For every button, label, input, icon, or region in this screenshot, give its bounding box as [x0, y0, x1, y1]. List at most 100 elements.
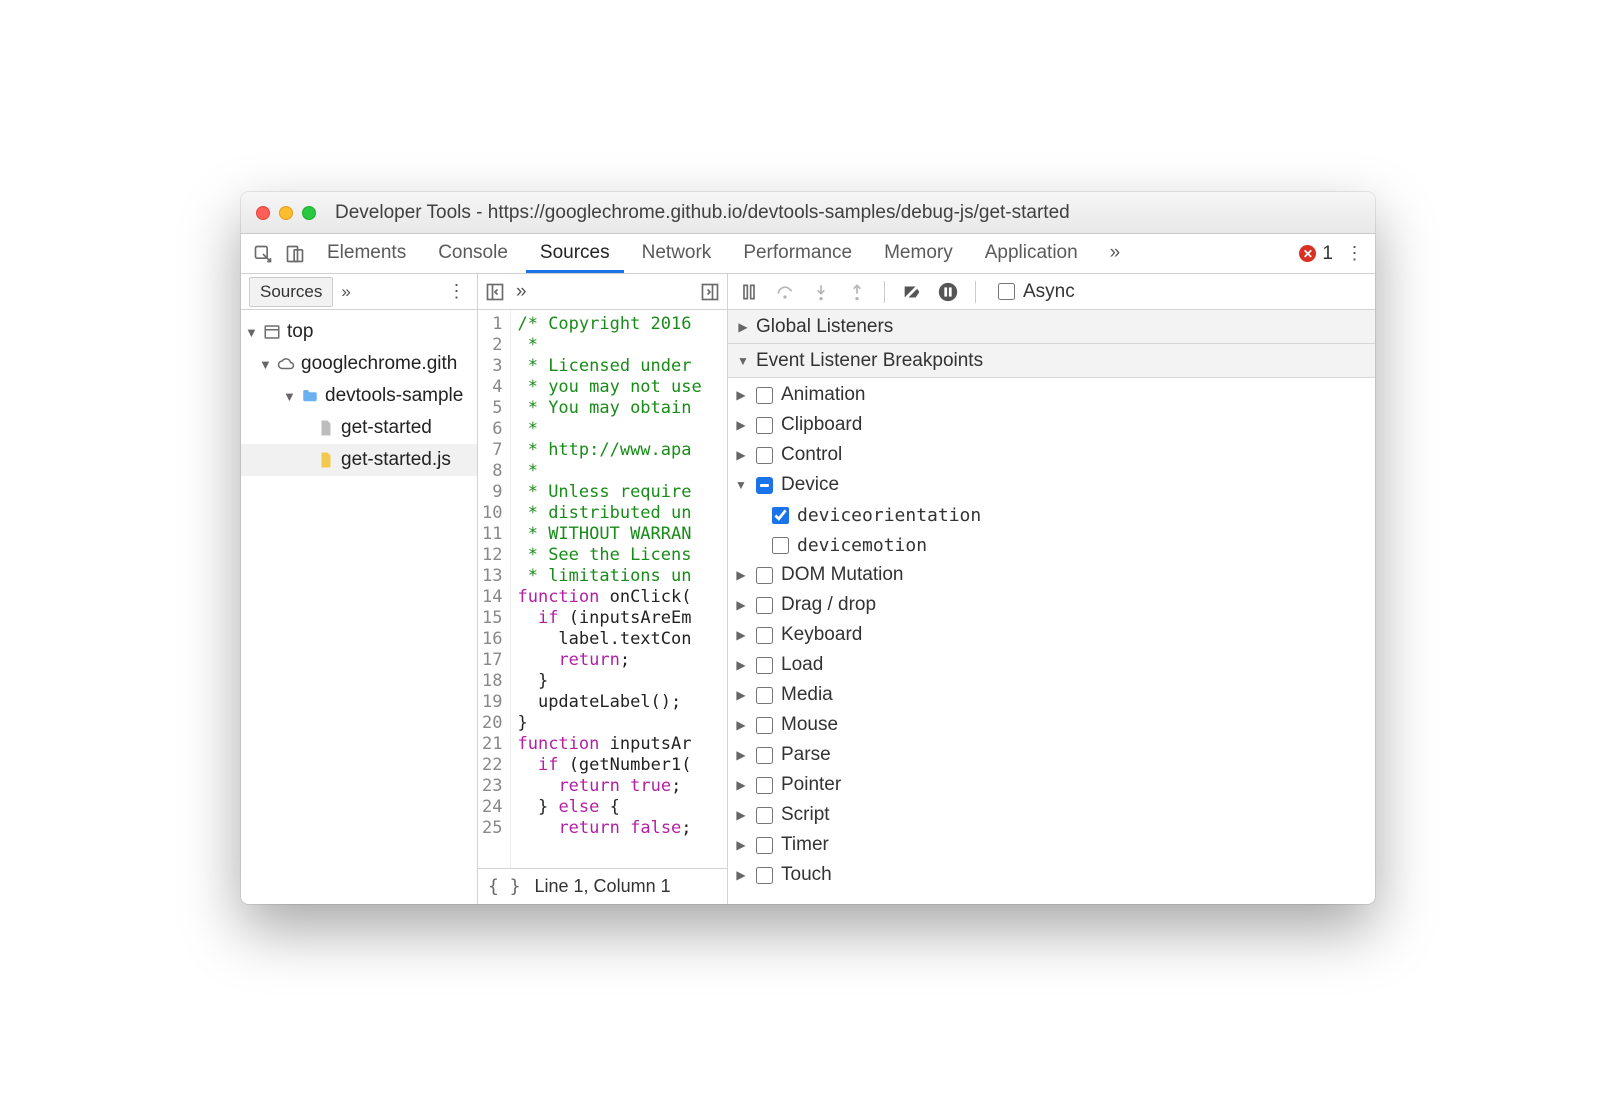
bp-category-checkbox[interactable] — [756, 837, 773, 854]
panel-global-listeners-label: Global Listeners — [756, 316, 893, 338]
pause-on-exceptions-icon[interactable] — [937, 281, 959, 303]
chevron-icon: ▶ — [734, 448, 748, 462]
window-title: Developer Tools - https://googlechrome.g… — [335, 202, 1360, 224]
step-into-icon[interactable] — [810, 281, 832, 303]
chevron-icon: ▶ — [734, 778, 748, 792]
bp-category-checkbox[interactable] — [756, 657, 773, 674]
bp-category-pointer[interactable]: ▶ Pointer — [728, 770, 1375, 800]
pretty-print-icon[interactable]: { } — [488, 876, 521, 897]
tree-domain-label: googlechrome.gith — [301, 353, 457, 375]
inspect-element-icon[interactable] — [249, 240, 277, 268]
chevron-icon: ▶ — [734, 598, 748, 612]
bp-category-checkbox[interactable] — [756, 417, 773, 434]
cursor-position: Line 1, Column 1 — [535, 876, 671, 897]
bp-category-label: Pointer — [781, 774, 841, 796]
bp-category-label: Clipboard — [781, 414, 862, 436]
bp-category-control[interactable]: ▶Control — [728, 440, 1375, 470]
bp-category-parse[interactable]: ▶ Parse — [728, 740, 1375, 770]
bp-category-checkbox[interactable] — [756, 747, 773, 764]
async-checkbox-input[interactable] — [998, 283, 1015, 300]
panel-event-listener-breakpoints[interactable]: ▼ Event Listener Breakpoints — [728, 344, 1375, 378]
show-navigator-icon[interactable] — [484, 281, 506, 303]
cloud-icon — [277, 355, 295, 373]
tree-top-frame[interactable]: ▼ top — [241, 316, 477, 348]
bp-category-checkbox[interactable] — [756, 717, 773, 734]
chevron-icon: ▶ — [734, 718, 748, 732]
bp-category-device[interactable]: ▼Device — [728, 470, 1375, 500]
bp-category-checkbox[interactable] — [756, 627, 773, 644]
bp-category-clipboard[interactable]: ▶Clipboard — [728, 410, 1375, 440]
checkbox-indeterminate-icon[interactable] — [756, 477, 773, 494]
bp-category-drag-drop[interactable]: ▶Drag / drop — [728, 590, 1375, 620]
tab-performance[interactable]: Performance — [729, 234, 866, 273]
step-over-icon[interactable] — [774, 281, 796, 303]
bp-category-checkbox[interactable] — [756, 387, 773, 404]
navigator-menu-icon[interactable]: ⋮ — [445, 281, 469, 302]
panel-global-listeners[interactable]: ▶ Global Listeners — [728, 310, 1375, 344]
chevron-icon: ▶ — [734, 688, 748, 702]
pause-icon[interactable] — [738, 281, 760, 303]
bp-category-checkbox[interactable] — [756, 867, 773, 884]
bp-event-checkbox[interactable] — [772, 507, 789, 524]
file-icon — [317, 419, 335, 437]
bp-category-label: Device — [781, 474, 839, 496]
bp-category-timer[interactable]: ▶Timer — [728, 830, 1375, 860]
tabs-overflow-button[interactable]: » — [1096, 234, 1135, 273]
bp-category-mouse[interactable]: ▶Mouse — [728, 710, 1375, 740]
code-content: /* Copyright 2016 * * Licensed under * y… — [511, 310, 701, 868]
tree-file-html[interactable]: get-started — [241, 412, 477, 444]
sources-subtab[interactable]: Sources — [249, 277, 333, 307]
bp-category-label: Parse — [781, 744, 831, 766]
bp-category-dom-mutation[interactable]: ▶DOM Mutation — [728, 560, 1375, 590]
navigator-header: Sources » ⋮ — [241, 274, 477, 310]
kebab-menu-icon[interactable]: ⋮ — [1343, 243, 1367, 264]
bp-category-checkbox[interactable] — [756, 447, 773, 464]
tree-domain[interactable]: ▼ googlechrome.gith — [241, 348, 477, 380]
bp-category-script[interactable]: ▶ Script — [728, 800, 1375, 830]
bp-category-media[interactable]: ▶ Media — [728, 680, 1375, 710]
bp-event-deviceorientation[interactable]: deviceorientation — [728, 500, 1375, 530]
bp-event-checkbox[interactable] — [772, 537, 789, 554]
tree-file-js[interactable]: get-started.js — [241, 444, 477, 476]
bp-category-load[interactable]: ▶ Load — [728, 650, 1375, 680]
tab-console[interactable]: Console — [424, 234, 522, 273]
chevron-icon: ▶ — [734, 568, 748, 582]
close-window-button[interactable] — [256, 206, 270, 220]
step-out-icon[interactable] — [846, 281, 868, 303]
bp-category-animation[interactable]: ▶Animation — [728, 380, 1375, 410]
folder-icon — [301, 387, 319, 405]
minimize-window-button[interactable] — [279, 206, 293, 220]
bp-category-keyboard[interactable]: ▶Keyboard — [728, 620, 1375, 650]
bp-category-checkbox[interactable] — [756, 687, 773, 704]
show-debugger-icon[interactable] — [699, 281, 721, 303]
bp-category-checkbox[interactable] — [756, 567, 773, 584]
file-tree: ▼ top ▼ googlechrome.gith ▼ devtools-sam… — [241, 310, 477, 482]
code-editor[interactable]: 1234567891011121314151617181920212223242… — [478, 310, 727, 868]
panel-elb-label: Event Listener Breakpoints — [756, 350, 983, 372]
bp-category-touch[interactable]: ▶Touch — [728, 860, 1375, 890]
tab-application[interactable]: Application — [971, 234, 1092, 273]
tree-folder[interactable]: ▼ devtools-sample — [241, 380, 477, 412]
editor-tabs-overflow[interactable]: » — [516, 281, 527, 303]
deactivate-breakpoints-icon[interactable] — [901, 281, 923, 303]
tab-network[interactable]: Network — [628, 234, 726, 273]
chevron-icon: ▶ — [734, 748, 748, 762]
maximize-window-button[interactable] — [302, 206, 316, 220]
bp-category-checkbox[interactable] — [756, 807, 773, 824]
bp-category-label: Media — [781, 684, 833, 706]
tree-file-js-label: get-started.js — [341, 449, 451, 471]
toggle-device-icon[interactable] — [281, 240, 309, 268]
navigator-overflow-button[interactable]: » — [341, 282, 350, 302]
chevron-icon: ▶ — [734, 808, 748, 822]
bp-category-label: Load — [781, 654, 823, 676]
bp-category-checkbox[interactable] — [756, 597, 773, 614]
async-checkbox[interactable]: Async — [998, 281, 1075, 303]
bp-event-devicemotion[interactable]: devicemotion — [728, 530, 1375, 560]
tab-memory[interactable]: Memory — [870, 234, 967, 273]
tab-sources[interactable]: Sources — [526, 234, 624, 273]
bp-category-checkbox[interactable] — [756, 777, 773, 794]
bp-category-label: Script — [781, 804, 830, 826]
tab-elements[interactable]: Elements — [313, 234, 420, 273]
chevron-icon: ▶ — [734, 658, 748, 672]
error-badge[interactable]: ✕ 1 — [1299, 243, 1333, 265]
